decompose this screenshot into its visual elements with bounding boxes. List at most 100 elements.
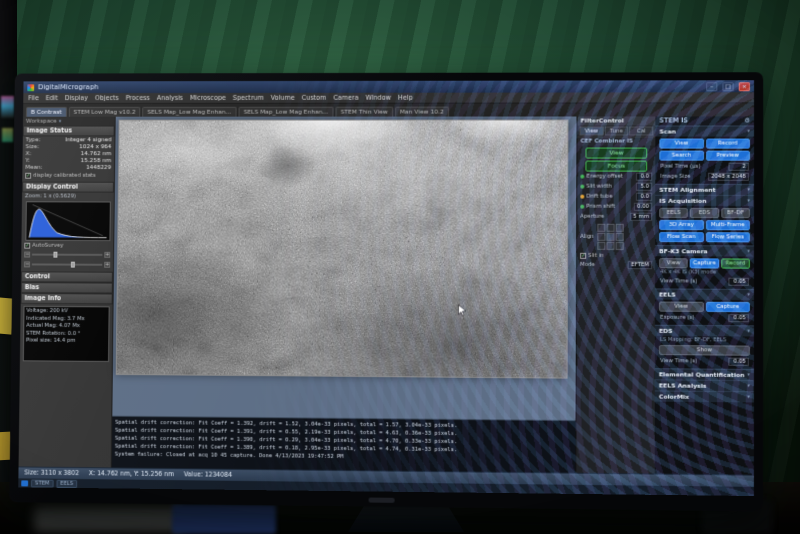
stem-alignment-header[interactable]: STEM Alignment ▾ <box>655 184 754 195</box>
flow-scan-button[interactable]: Flow Scan <box>659 232 703 242</box>
pad-button[interactable] <box>606 224 614 232</box>
pad-button[interactable] <box>606 242 614 250</box>
pad-button[interactable] <box>597 242 605 250</box>
eds-pill[interactable]: EDS <box>690 208 719 218</box>
eels-exposure-input[interactable]: 0.05 <box>728 314 748 322</box>
menu-custom[interactable]: Custom <box>302 94 327 102</box>
slider-thumb[interactable] <box>71 262 75 268</box>
eds-view-time-input[interactable]: 0.05 <box>728 358 748 366</box>
slider-plus-icon[interactable]: + <box>104 252 110 258</box>
control-header[interactable]: Control <box>21 271 113 282</box>
workspace-tab-eels[interactable]: EELS <box>56 479 77 487</box>
menu-edit[interactable]: Edit <box>46 94 58 102</box>
fc-tab-view[interactable]: View <box>579 127 603 136</box>
menu-window[interactable]: Window <box>365 94 391 102</box>
doc-tab-0[interactable]: B Contrast <box>26 107 67 117</box>
pixel-time-input[interactable]: 2 <box>728 163 748 171</box>
image-info-header[interactable]: Image Info <box>21 293 113 304</box>
menu-camera[interactable]: Camera <box>333 94 358 102</box>
doc-tab-1[interactable]: STEM Low Mag v10.2 <box>69 107 141 117</box>
slider-thumb[interactable] <box>53 252 57 258</box>
eds-show-button[interactable]: Show <box>659 345 750 356</box>
scan-search-button[interactable]: Search <box>659 151 703 161</box>
row-value-field[interactable]: 0.0 <box>636 173 652 181</box>
autosurvey-checkbox[interactable]: ✓ <box>24 243 30 249</box>
close-button[interactable]: × <box>739 82 750 91</box>
menu-volume[interactable]: Volume <box>271 94 295 102</box>
scan-record-button[interactable]: Record <box>706 139 750 149</box>
eds-header[interactable]: EDS ▾ <box>655 325 754 337</box>
bias-header[interactable]: Bias <box>21 282 113 293</box>
mode-select[interactable]: EFTEM <box>628 261 652 269</box>
scan-section-header[interactable]: Scan ▾ <box>655 125 754 136</box>
is-acquisition-header[interactable]: IS Acquisition ▾ <box>655 195 754 206</box>
flow-series-button[interactable]: Flow Series <box>705 232 749 242</box>
k3-capture-button[interactable]: Capture <box>690 258 719 268</box>
maximize-button[interactable]: □ <box>722 82 733 91</box>
scan-view-button[interactable]: View <box>659 139 703 149</box>
fc-tab-tune[interactable]: Tune <box>604 126 628 135</box>
gear-icon[interactable]: ⚙ <box>744 117 750 124</box>
k3-view-button[interactable]: View <box>659 258 688 268</box>
calibrated-stats-checkbox[interactable]: ✓ <box>25 173 31 179</box>
k3-record-button[interactable]: Record <box>721 258 750 268</box>
slider-track[interactable] <box>32 254 102 256</box>
pad-button[interactable] <box>597 233 605 241</box>
pad-button-center[interactable] <box>606 233 614 241</box>
row-value-field[interactable]: 0.0 <box>636 193 652 201</box>
pad-button[interactable] <box>615 224 623 232</box>
brightness-slider[interactable]: − + <box>21 250 113 260</box>
k3-camera-header[interactable]: BF-K3 Camera ▾ <box>655 245 754 256</box>
doc-tab-5[interactable]: Man View 10.2 <box>395 107 449 117</box>
filter-focus-button[interactable]: Focus <box>585 161 647 172</box>
menu-help[interactable]: Help <box>398 94 413 102</box>
slider-track[interactable] <box>32 263 102 265</box>
minimize-button[interactable]: – <box>706 82 717 91</box>
menu-microscope[interactable]: Microscope <box>190 94 226 102</box>
row-value-field[interactable]: 0.00 <box>634 203 652 211</box>
histogram[interactable] <box>25 201 110 241</box>
info-line: Voltage: 200 kV <box>26 308 106 316</box>
menu-file[interactable]: File <box>28 94 39 102</box>
menu-spectrum[interactable]: Spectrum <box>233 94 264 102</box>
eels-pill[interactable]: EELS <box>659 208 688 218</box>
menu-process[interactable]: Process <box>126 94 150 102</box>
slit-checkbox[interactable]: ✓ <box>580 253 586 259</box>
row-key: Y: <box>25 158 30 165</box>
elemental-quantification-header[interactable]: Elemental Quantification ▾ <box>655 368 754 380</box>
aperture-value-field[interactable]: 5 mm <box>630 213 652 221</box>
workspace-header[interactable]: Workspace ▾ <box>23 117 115 126</box>
display-control-header[interactable]: Display Control <box>22 182 114 193</box>
row-value-field[interactable]: 5.0 <box>636 183 652 191</box>
multi-frame-button[interactable]: Multi-Frame <box>706 220 750 230</box>
slider-minus-icon[interactable]: − <box>24 252 30 258</box>
slider-minus-icon[interactable]: − <box>24 261 30 267</box>
pad-button[interactable] <box>615 233 623 241</box>
doc-tab-2[interactable]: SELS Map_Low Mag Enhanced_1 <box>142 107 236 117</box>
menu-objects[interactable]: Objects <box>95 94 119 102</box>
contrast-slider[interactable]: − + <box>21 259 113 269</box>
array-3d-button[interactable]: 3D Array <box>659 220 703 230</box>
doc-tab-4[interactable]: STEM Thin View <box>336 107 393 117</box>
workspace-tab-stem[interactable]: STEM <box>31 479 53 487</box>
pad-button[interactable] <box>615 242 623 250</box>
scan-preview-button[interactable]: Preview <box>706 151 750 161</box>
filter-view-button[interactable]: View <box>585 148 647 159</box>
eels-capture-button[interactable]: Capture <box>705 302 749 312</box>
pad-button[interactable] <box>597 224 605 232</box>
menu-analysis[interactable]: Analysis <box>157 94 183 102</box>
eels-analysis-header[interactable]: EELS Analysis ▾ <box>655 379 754 391</box>
slider-plus-icon[interactable]: + <box>104 262 110 268</box>
eels-header[interactable]: EELS ▾ <box>655 288 754 300</box>
stem-image-window[interactable] <box>116 120 569 379</box>
alignment-pad[interactable] <box>597 224 623 250</box>
fc-tab-cal[interactable]: Cal <box>629 126 653 135</box>
eels-view-button[interactable]: View <box>659 302 703 312</box>
image-size-select[interactable]: 2048 x 2048 <box>708 173 749 181</box>
colormix-header[interactable]: ColorMix ▾ <box>655 390 754 402</box>
image-status-header[interactable]: Image Status <box>23 126 115 137</box>
menu-display[interactable]: Display <box>65 94 88 102</box>
bfdf-pill[interactable]: BF-DF <box>721 208 750 218</box>
k3-view-time-input[interactable]: 0.05 <box>728 278 748 286</box>
doc-tab-3[interactable]: SELS Map_Low Mag Enhanced_2 <box>239 107 334 117</box>
